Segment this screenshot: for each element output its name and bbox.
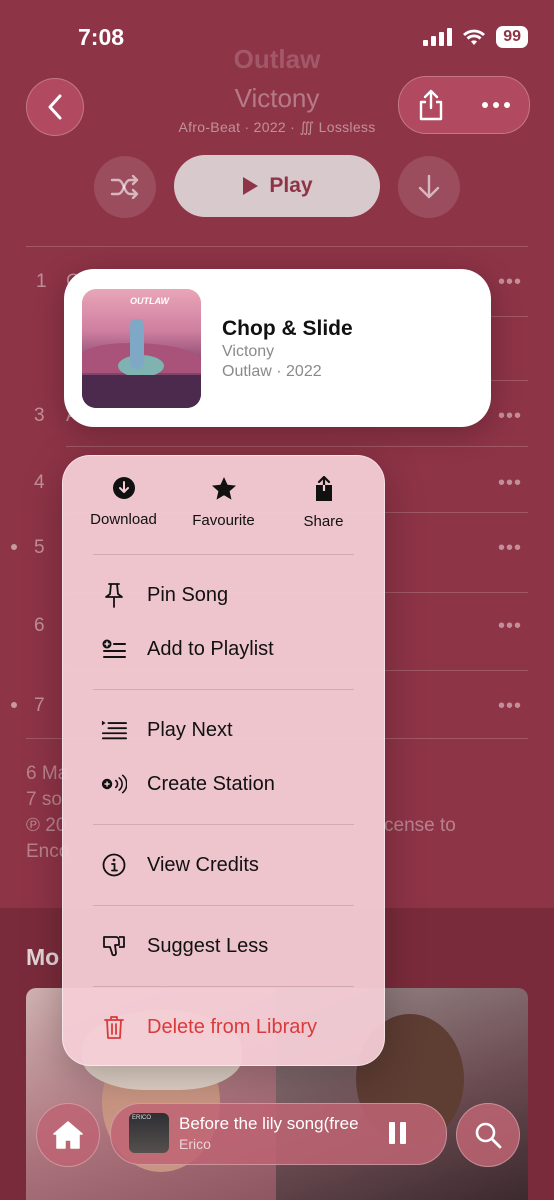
download-label: Download [90,511,157,528]
play-button[interactable]: Play [174,155,380,217]
copyright-text-tail: cense to [384,815,456,836]
divider [66,446,528,447]
album-artwork: OUTLAW [82,289,201,408]
artwork-figure [130,319,144,369]
new-indicator-dot [11,702,17,708]
menu-item-label: Play Next [147,718,233,741]
menu-separator [93,905,354,906]
shuffle-icon [110,175,139,199]
track-number: 3 [34,405,45,426]
download-action[interactable]: Download [70,476,177,528]
now-playing-title: Before the lily song(free [179,1114,359,1133]
share-label: Share [303,513,344,530]
home-button[interactable] [36,1103,100,1167]
share-icon [419,89,443,121]
favourite-action[interactable]: Favourite [170,476,277,529]
menu-item-pin-song[interactable]: Pin Song [101,580,228,610]
shuffle-button[interactable] [94,156,156,218]
menu-item-suggest-less[interactable]: Suggest Less [101,931,268,961]
star-icon [211,477,236,500]
menu-separator [93,554,354,555]
trash-icon [104,1016,124,1039]
new-indicator-dot [11,544,17,550]
menu-item-create-station[interactable]: Create Station [101,769,275,799]
more-section-title[interactable]: Mo [26,944,59,971]
menu-item-view-credits[interactable]: View Credits [101,850,259,880]
home-icon [53,1121,83,1149]
download-album-button[interactable] [398,156,460,218]
download-arrow-icon [418,174,440,199]
share-icon [315,475,332,501]
track-more-button[interactable]: ••• [498,537,522,560]
pin-icon [105,583,123,608]
pause-button[interactable] [389,1122,406,1144]
song-count-text: 7 so [26,789,62,810]
favourite-label: Favourite [192,512,255,529]
play-next-icon [101,720,127,740]
copyright-text: ℗ 20 [26,815,67,836]
now-playing-artwork: ERICO [129,1113,169,1153]
track-more-button[interactable]: ••• [498,615,522,638]
track-more-button[interactable]: ••• [498,472,522,495]
add-to-playlist-icon [102,639,126,658]
thumbs-down-icon [103,936,125,957]
play-label: Play [269,174,313,197]
chevron-left-icon [48,94,62,120]
menu-item-label: Pin Song [147,583,229,606]
now-playing-artist: Erico [179,1136,211,1152]
artwork-ground [82,375,201,408]
track-number: 1 [36,271,47,292]
search-button[interactable] [456,1103,520,1167]
info-icon [102,853,126,877]
track-more-button[interactable]: ••• [498,695,522,718]
track-number: 4 [34,472,45,493]
search-icon [475,1122,502,1149]
track-more-button[interactable]: ••• [498,405,522,428]
album-title: Outlaw [233,44,321,74]
song-album-year: Outlaw · 2022 [222,363,322,380]
play-icon [243,177,259,195]
menu-item-label: View Credits [147,853,259,876]
menu-separator [93,986,354,987]
menu-item-label: Suggest Less [147,934,269,957]
menu-separator [93,689,354,690]
now-playing-art-text: ERICO [132,1115,152,1121]
menu-item-label: Add to Playlist [147,637,274,660]
track-more-button[interactable]: ••• [498,271,522,294]
divider [26,246,528,247]
menu-separator [93,824,354,825]
share-action[interactable]: Share [270,475,377,530]
now-playing-bar[interactable]: ERICO Before the lily song(free Erico [110,1103,447,1165]
station-icon [101,774,127,794]
download-circle-icon [112,477,135,499]
track-number: 6 [34,615,45,636]
song-artist: Victony [222,343,275,360]
artwork-logo-text: OUTLAW [130,296,169,306]
menu-item-delete-from-library[interactable]: Delete from Library [101,1012,317,1042]
menu-item-label: Delete from Library [147,1015,318,1038]
pause-icon [389,1122,406,1144]
track-number: 7 [34,695,45,716]
header-actions [398,76,530,134]
menu-item-play-next[interactable]: Play Next [101,715,233,745]
song-preview-card[interactable]: OUTLAW Chop & Slide Victony Outlaw · 202… [64,269,491,427]
album-genre-year: Afro-Beat · 2022 · [178,119,300,135]
track-number: 5 [34,537,45,558]
lossless-icon: ∭ [299,119,315,135]
share-button[interactable] [418,89,444,121]
back-button[interactable] [26,78,84,136]
menu-item-label: Create Station [147,772,275,795]
song-title: Chop & Slide [222,317,353,340]
song-context-menu: Download Favourite Share Pin Song Add to… [62,455,385,1066]
more-button[interactable] [482,102,510,108]
lossless-label: Lossless [318,119,376,135]
menu-item-add-to-playlist[interactable]: Add to Playlist [101,634,274,664]
